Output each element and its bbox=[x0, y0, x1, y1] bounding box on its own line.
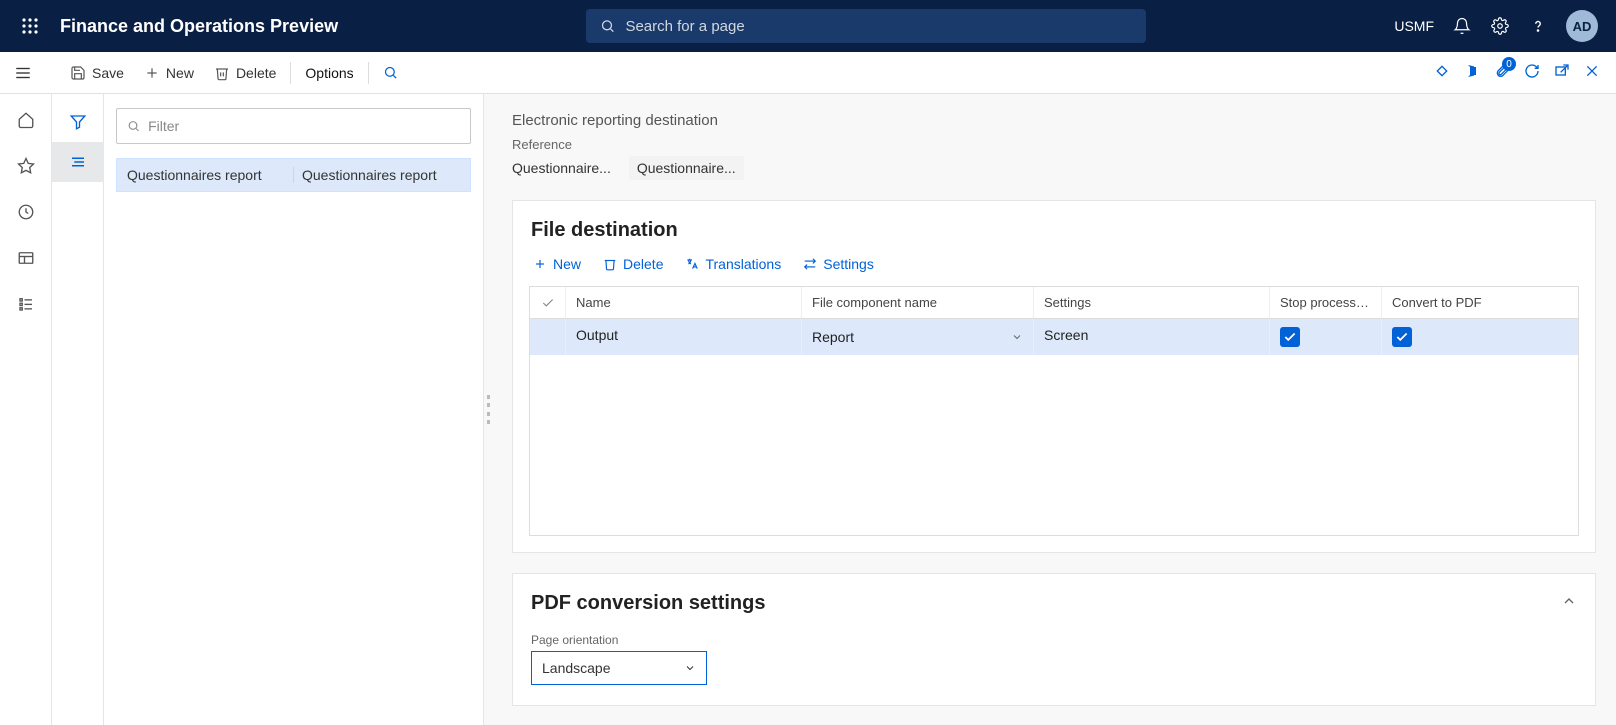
trash-icon bbox=[214, 65, 230, 81]
cell-stop[interactable] bbox=[1270, 319, 1382, 355]
fd-delete-button[interactable]: Delete bbox=[599, 252, 667, 276]
search-input[interactable] bbox=[625, 18, 1132, 35]
find-button[interactable] bbox=[373, 61, 408, 84]
cell-name[interactable]: Output bbox=[566, 319, 802, 355]
file-destination-toolbar: New Delete Translations Settings bbox=[513, 252, 1595, 286]
global-search[interactable] bbox=[586, 9, 1146, 43]
help-icon[interactable] bbox=[1528, 16, 1548, 36]
row-selector[interactable] bbox=[530, 319, 566, 355]
attachment-icon[interactable]: 0 bbox=[1494, 63, 1510, 82]
save-label: Save bbox=[92, 65, 124, 81]
chevron-up-icon bbox=[1561, 592, 1577, 615]
swap-icon bbox=[803, 257, 817, 271]
fd-settings-label: Settings bbox=[823, 256, 874, 272]
options-label: Options bbox=[305, 65, 353, 81]
list-item-col1: Questionnaires report bbox=[121, 167, 291, 183]
page-orientation-dropdown[interactable]: Landscape bbox=[531, 651, 707, 685]
file-destination-grid: Name File component name Settings Stop p… bbox=[529, 286, 1579, 536]
rail-star-icon[interactable] bbox=[0, 146, 52, 186]
page-orientation-label: Page orientation bbox=[513, 625, 1595, 651]
options-button[interactable]: Options bbox=[295, 61, 363, 85]
convert-checkbox[interactable] bbox=[1392, 327, 1412, 347]
page-orientation-value: Landscape bbox=[542, 660, 611, 676]
trash-icon bbox=[603, 257, 617, 271]
new-label: New bbox=[166, 65, 194, 81]
plus-icon bbox=[533, 257, 547, 271]
filter-funnel-icon[interactable] bbox=[52, 102, 104, 142]
grid-empty-area bbox=[530, 355, 1578, 535]
office-icon[interactable] bbox=[1464, 63, 1480, 82]
splitter[interactable] bbox=[484, 94, 492, 725]
reference-value-2[interactable]: Questionnaire... bbox=[629, 156, 744, 180]
rail-workspace-icon[interactable] bbox=[0, 238, 52, 278]
app-launcher-icon[interactable] bbox=[10, 17, 50, 35]
col-select[interactable] bbox=[530, 287, 566, 318]
cell-settings[interactable]: Screen bbox=[1034, 319, 1270, 355]
top-bar: Finance and Operations Preview USMF AD bbox=[0, 0, 1616, 52]
gear-icon[interactable] bbox=[1490, 16, 1510, 36]
fd-translations-button[interactable]: Translations bbox=[681, 252, 785, 276]
side-filter-panel bbox=[52, 94, 104, 725]
file-destination-card: File destination New Delete Translations… bbox=[512, 200, 1596, 553]
check-icon bbox=[541, 296, 555, 310]
chevron-down-icon bbox=[684, 662, 696, 674]
cell-component[interactable]: Report bbox=[802, 319, 1034, 355]
main-pane: Electronic reporting destination Referen… bbox=[492, 94, 1616, 725]
translate-icon bbox=[685, 257, 699, 271]
table-row[interactable]: Output Report Screen bbox=[530, 319, 1578, 355]
stop-checkbox[interactable] bbox=[1280, 327, 1300, 347]
fd-new-button[interactable]: New bbox=[529, 252, 585, 276]
refresh-icon[interactable] bbox=[1524, 63, 1540, 82]
list-item[interactable]: Questionnaires report Questionnaires rep… bbox=[116, 158, 471, 192]
grid-header: Name File component name Settings Stop p… bbox=[530, 287, 1578, 319]
popout-icon[interactable] bbox=[1554, 63, 1570, 82]
bell-icon[interactable] bbox=[1452, 16, 1472, 36]
app-title: Finance and Operations Preview bbox=[60, 16, 338, 37]
rail-home-icon[interactable] bbox=[0, 100, 52, 140]
col-settings[interactable]: Settings bbox=[1034, 287, 1270, 318]
avatar[interactable]: AD bbox=[1566, 10, 1598, 42]
save-icon bbox=[70, 65, 86, 81]
list-view-icon[interactable] bbox=[52, 142, 104, 182]
pdf-conversion-card: PDF conversion settings Page orientation… bbox=[512, 573, 1596, 706]
rail-recent-icon[interactable] bbox=[0, 192, 52, 232]
divider bbox=[368, 62, 369, 84]
reference-value-1[interactable]: Questionnaire... bbox=[512, 156, 619, 180]
action-bar: Save New Delete Options 0 bbox=[0, 52, 1616, 94]
search-icon bbox=[383, 65, 398, 80]
pdf-conversion-header[interactable]: PDF conversion settings bbox=[513, 574, 1595, 625]
file-destination-header: File destination bbox=[513, 201, 1595, 252]
fd-new-label: New bbox=[553, 256, 581, 272]
col-convert[interactable]: Convert to PDF bbox=[1382, 287, 1494, 318]
list-item-col2: Questionnaires report bbox=[296, 167, 466, 183]
delete-label: Delete bbox=[236, 65, 276, 81]
attachment-badge: 0 bbox=[1502, 57, 1516, 71]
diamond-icon[interactable] bbox=[1434, 63, 1450, 82]
nav-toggle-icon[interactable] bbox=[14, 52, 32, 94]
col-stop[interactable]: Stop processin... bbox=[1270, 287, 1382, 318]
left-rail bbox=[0, 94, 52, 725]
list-pane: Questionnaires report Questionnaires rep… bbox=[104, 94, 484, 725]
company-label[interactable]: USMF bbox=[1394, 18, 1434, 34]
list-filter[interactable] bbox=[116, 108, 471, 144]
close-icon[interactable] bbox=[1584, 63, 1600, 82]
search-icon bbox=[127, 119, 140, 133]
search-icon bbox=[600, 18, 615, 34]
page-title: Electronic reporting destination bbox=[512, 112, 1596, 129]
new-button[interactable]: New bbox=[134, 61, 204, 85]
fd-delete-label: Delete bbox=[623, 256, 663, 272]
divider bbox=[290, 62, 291, 84]
reference-label: Reference bbox=[512, 137, 1596, 152]
save-button[interactable]: Save bbox=[60, 61, 134, 85]
col-name[interactable]: Name bbox=[566, 287, 802, 318]
plus-icon bbox=[144, 65, 160, 81]
chevron-down-icon bbox=[1011, 331, 1023, 343]
col-component[interactable]: File component name bbox=[802, 287, 1034, 318]
fd-settings-button[interactable]: Settings bbox=[799, 252, 878, 276]
delete-button[interactable]: Delete bbox=[204, 61, 286, 85]
fd-translations-label: Translations bbox=[705, 256, 781, 272]
filter-input[interactable] bbox=[148, 118, 460, 134]
cell-convert[interactable] bbox=[1382, 319, 1494, 355]
rail-modules-icon[interactable] bbox=[0, 284, 52, 324]
